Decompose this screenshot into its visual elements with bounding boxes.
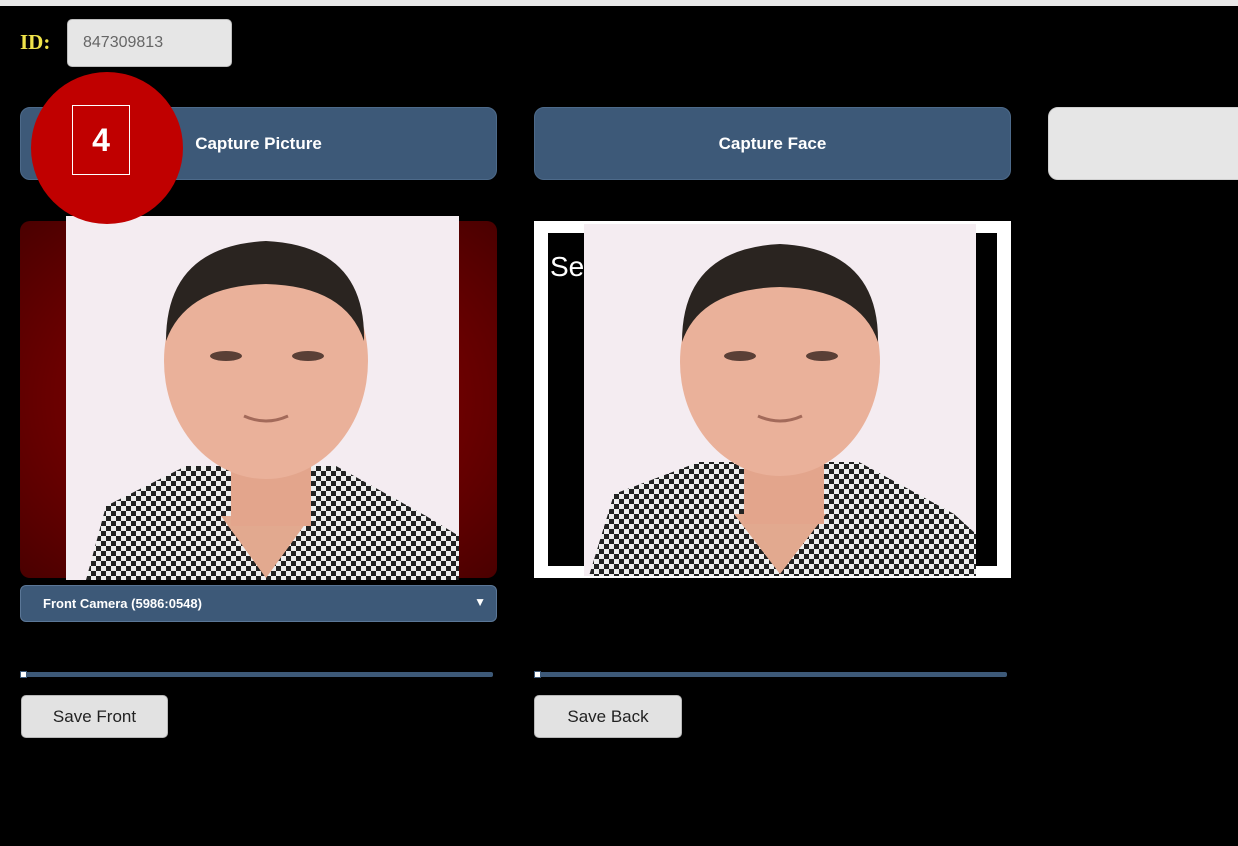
- camera-select[interactable]: Front Camera (5986:0548) ▼: [20, 585, 497, 622]
- save-front-button[interactable]: Save Front: [21, 695, 168, 738]
- back-slider-handle[interactable]: [534, 671, 541, 678]
- front-photo: [66, 216, 459, 580]
- front-slider-handle[interactable]: [20, 671, 27, 678]
- capture-face-button[interactable]: Capture Face: [534, 107, 1011, 180]
- front-slider[interactable]: [20, 671, 493, 678]
- camera-select-value: Front Camera (5986:0548): [43, 596, 202, 611]
- save-back-button[interactable]: Save Back: [534, 695, 682, 738]
- third-button[interactable]: [1048, 107, 1238, 180]
- face-photo: [584, 224, 976, 576]
- step-badge: 4: [31, 72, 183, 224]
- id-label: ID:: [20, 30, 51, 54]
- top-border: [0, 0, 1238, 6]
- chevron-down-icon: ▼: [474, 595, 486, 609]
- id-input[interactable]: [67, 19, 232, 67]
- step-number: 4: [72, 105, 130, 175]
- back-slider[interactable]: [534, 671, 1007, 678]
